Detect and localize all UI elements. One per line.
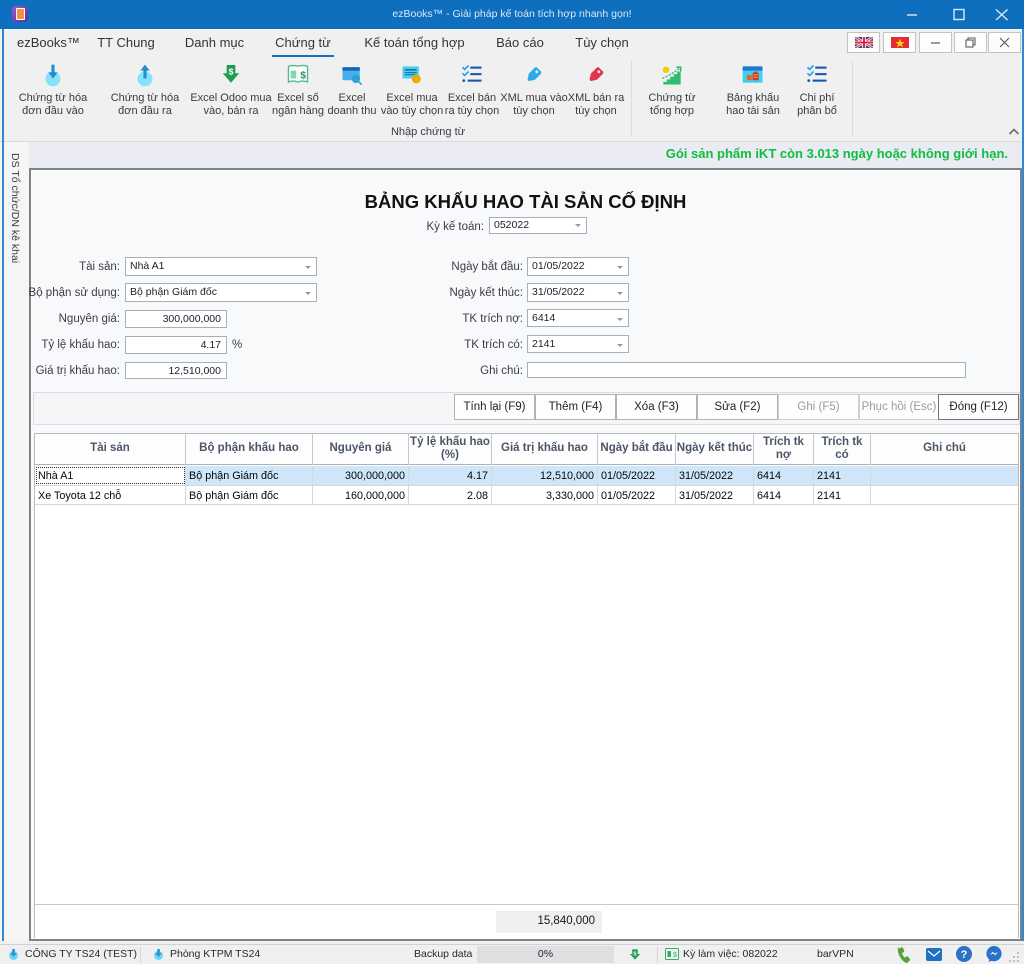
svg-text:$: $ bbox=[300, 70, 306, 81]
svg-text:?: ? bbox=[961, 949, 968, 961]
svg-text:S: S bbox=[633, 951, 637, 957]
svg-text:$: $ bbox=[229, 67, 234, 77]
svg-text:$: $ bbox=[673, 952, 677, 959]
